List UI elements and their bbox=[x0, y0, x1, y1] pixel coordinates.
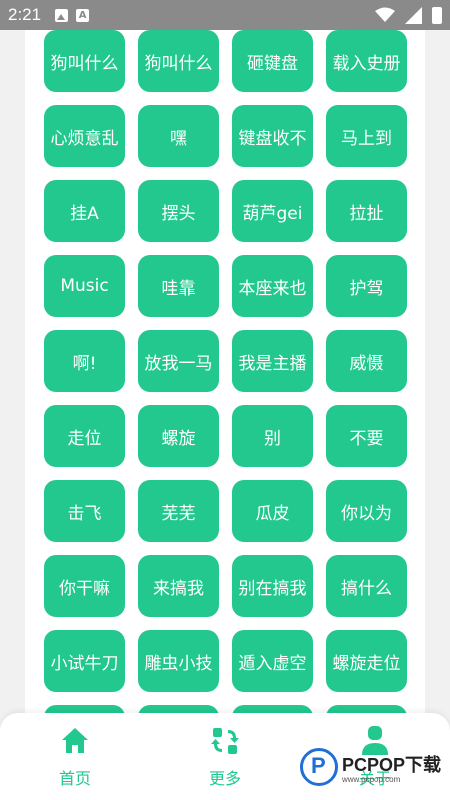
sound-button[interactable]: 哇靠 bbox=[138, 255, 219, 317]
status-left-icons: A bbox=[55, 8, 90, 22]
sound-button[interactable]: 来搞我 bbox=[138, 555, 219, 617]
watermark-sub: www.pcpop.com bbox=[342, 774, 401, 784]
sound-button[interactable]: 你干嘛 bbox=[44, 555, 125, 617]
sound-button[interactable]: 砸键盘 bbox=[232, 30, 313, 92]
sound-button[interactable]: 本座来也 bbox=[232, 255, 313, 317]
sound-button[interactable]: 螺旋 bbox=[138, 405, 219, 467]
sound-button[interactable]: Music bbox=[44, 255, 125, 317]
signal-icon bbox=[405, 6, 422, 24]
sound-button[interactable]: 芜芜 bbox=[138, 480, 219, 542]
sound-button-grid: 狗叫什么 狗叫什么 砸键盘 载入史册 心烦意乱 嘿 键盘收不 马上到 挂A 摆头… bbox=[44, 0, 407, 767]
status-right-icons bbox=[375, 6, 442, 24]
swap-icon bbox=[211, 728, 239, 754]
sound-button[interactable]: 放我一马 bbox=[138, 330, 219, 392]
battery-icon bbox=[432, 6, 442, 24]
sound-button[interactable]: 挂A bbox=[44, 180, 125, 242]
nav-home[interactable]: 首页 bbox=[35, 725, 115, 789]
sound-button[interactable]: 我是主播 bbox=[232, 330, 313, 392]
nav-home-label: 首页 bbox=[58, 769, 91, 788]
watermark-main: PCPOP下载 bbox=[342, 754, 442, 775]
content-panel: 狗叫什么 狗叫什么 砸键盘 载入史册 心烦意乱 嘿 键盘收不 马上到 挂A 摆头… bbox=[25, 0, 425, 800]
nav-more-label: 更多 bbox=[208, 769, 241, 788]
sound-button[interactable]: 威慑 bbox=[326, 330, 407, 392]
sound-button[interactable]: 你以为 bbox=[326, 480, 407, 542]
sound-button[interactable]: 走位 bbox=[44, 405, 125, 467]
sound-button[interactable]: 遁入虚空 bbox=[232, 630, 313, 692]
sound-button[interactable]: 葫芦gei bbox=[232, 180, 313, 242]
sound-button[interactable]: 狗叫什么 bbox=[138, 30, 219, 92]
sound-button[interactable]: 别在搞我 bbox=[232, 555, 313, 617]
sound-button[interactable]: 嘿 bbox=[138, 105, 219, 167]
status-bar: 2:21 A bbox=[0, 0, 450, 30]
sound-button[interactable]: 拉扯 bbox=[326, 180, 407, 242]
sound-button[interactable]: 瓜皮 bbox=[232, 480, 313, 542]
sound-button[interactable]: 不要 bbox=[326, 405, 407, 467]
sound-button[interactable]: 别 bbox=[232, 405, 313, 467]
sound-button[interactable]: 载入史册 bbox=[326, 30, 407, 92]
home-icon bbox=[62, 728, 88, 753]
sound-button[interactable]: 心烦意乱 bbox=[44, 105, 125, 167]
sound-button[interactable]: 马上到 bbox=[326, 105, 407, 167]
sound-button[interactable]: 击飞 bbox=[44, 480, 125, 542]
sound-button[interactable]: 小试牛刀 bbox=[44, 630, 125, 692]
sound-button[interactable]: 狗叫什么 bbox=[44, 30, 125, 92]
nav-more[interactable]: 更多 bbox=[185, 725, 265, 789]
pcpop-logo-icon bbox=[300, 748, 338, 786]
wifi-icon bbox=[375, 7, 395, 22]
pcpop-watermark: PCPOP下载 www.pcpop.com bbox=[300, 748, 441, 786]
watermark-text: PCPOP下载 www.pcpop.com bbox=[342, 751, 441, 784]
sound-button[interactable]: 键盘收不 bbox=[232, 105, 313, 167]
sound-button[interactable]: 啊! bbox=[44, 330, 125, 392]
sound-button[interactable]: 雕虫小技 bbox=[138, 630, 219, 692]
status-time: 2:21 bbox=[8, 5, 42, 24]
image-icon bbox=[55, 8, 69, 22]
font-icon: A bbox=[76, 8, 90, 22]
sound-button[interactable]: 摆头 bbox=[138, 180, 219, 242]
sound-button[interactable]: 搞什么 bbox=[326, 555, 407, 617]
sound-button[interactable]: 护驾 bbox=[326, 255, 407, 317]
sound-button[interactable]: 螺旋走位 bbox=[326, 630, 407, 692]
